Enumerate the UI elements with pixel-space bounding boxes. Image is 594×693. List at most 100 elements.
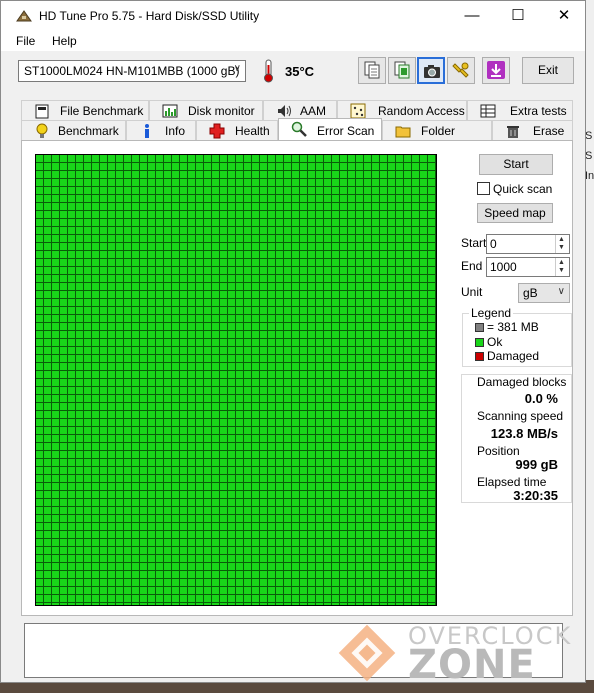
save-download-icon — [487, 61, 505, 79]
error-scan-panel: Start Quick scan Speed map Start 0 ▲ ▼ E… — [21, 140, 573, 616]
tab-label: Error Scan — [317, 124, 375, 138]
chevron-down-icon: ∨ — [557, 286, 565, 297]
tab-error-scan[interactable]: Error Scan — [278, 118, 382, 140]
elapsed-time-label: Elapsed time — [477, 475, 547, 489]
app-icon — [16, 10, 32, 22]
menu-file[interactable]: File — [16, 34, 35, 48]
spin-down-icon[interactable]: ▼ — [558, 267, 565, 275]
overclock-zone-logo-icon — [338, 624, 396, 682]
chevron-down-icon: ∨ — [233, 63, 241, 74]
tab-extra-tests[interactable]: Extra tests — [467, 100, 573, 120]
screenshot-button[interactable] — [417, 57, 445, 84]
tab-file-benchmark[interactable]: File Benchmark — [21, 100, 149, 120]
overclock-zone-watermark: OVERCLOCK ZONE — [330, 612, 590, 688]
unit-label: Unit — [461, 285, 483, 299]
close-button[interactable]: ✕ — [541, 1, 587, 31]
options-icon — [452, 62, 469, 78]
tab-label: Extra tests — [510, 104, 567, 118]
tab-row-bottom: Benchmark Info Health Error Scan Folder … — [21, 118, 573, 152]
legend-swatch-red — [475, 352, 484, 361]
position-label: Position — [477, 444, 520, 458]
legend-block-text: = 381 MB — [487, 320, 539, 334]
options-button[interactable] — [447, 57, 475, 84]
temperature-value: 35°C — [285, 64, 315, 79]
tab-label: File Benchmark — [60, 104, 144, 118]
title-bar[interactable]: HD Tune Pro 5.75 - Hard Disk/SSD Utility… — [1, 1, 585, 31]
tab-aam[interactable]: AAM — [263, 100, 337, 120]
spin-buttons[interactable]: ▲ ▼ — [555, 258, 569, 276]
drive-select[interactable]: ST1000LM024 HN-M101MBB (1000 gB) ∨ — [18, 60, 246, 82]
tab-health[interactable]: Health — [196, 120, 278, 140]
legend-damaged-text: Damaged — [487, 349, 540, 363]
start-button[interactable]: Start — [479, 154, 553, 175]
info-icon — [145, 124, 149, 138]
damaged-blocks-value: 0.0 % — [524, 391, 558, 406]
random-access-icon — [350, 103, 366, 119]
tab-erase[interactable]: Erase — [492, 120, 573, 140]
lightbulb-icon — [36, 123, 48, 138]
legend-title: Legend — [469, 306, 514, 320]
bg-fragment: S — [585, 150, 593, 162]
speed-map-button[interactable]: Speed map — [477, 203, 553, 223]
spin-up-icon[interactable]: ▲ — [558, 236, 565, 244]
tab-label: AAM — [300, 104, 327, 118]
scanning-speed-value: 123.8 MB/s — [490, 426, 558, 441]
start-spinbox[interactable]: 0 ▲ ▼ — [486, 234, 570, 254]
tab-folder-usage[interactable]: Folder Usage — [382, 120, 492, 152]
tab-random-access[interactable]: Random Access — [337, 100, 467, 120]
folder-icon — [395, 126, 411, 138]
tab-label: Info — [165, 124, 186, 138]
spin-down-icon[interactable]: ▼ — [558, 244, 565, 252]
file-benchmark-icon — [35, 104, 49, 119]
damaged-blocks-label: Damaged blocks — [477, 375, 567, 389]
spin-buttons[interactable]: ▲ ▼ — [555, 235, 569, 253]
end-spinbox[interactable]: 1000 ▲ ▼ — [486, 257, 570, 277]
unit-select[interactable]: gB ∨ — [518, 283, 570, 303]
menu-bar: File Help — [1, 31, 585, 51]
tab-disk-monitor[interactable]: Disk monitor — [149, 100, 263, 120]
speaker-icon — [278, 105, 291, 117]
quick-scan-checkbox[interactable] — [477, 182, 490, 195]
save-button[interactable] — [482, 57, 510, 84]
spin-up-icon[interactable]: ▲ — [558, 259, 565, 267]
block-map-grid — [35, 154, 437, 606]
tab-label: Random Access — [378, 104, 465, 118]
end-value: 1000 — [490, 260, 517, 274]
maximize-button[interactable]: ☐ — [495, 1, 541, 31]
extra-tests-icon — [480, 104, 496, 118]
tab-info[interactable]: Info — [126, 120, 196, 140]
tab-benchmark[interactable]: Benchmark — [21, 120, 126, 140]
magnifier-icon — [291, 121, 307, 137]
watermark-line2: ZONE — [408, 642, 536, 688]
minimize-button[interactable]: — — [449, 1, 495, 31]
scanning-speed-label: Scanning speed — [477, 409, 564, 423]
tab-label: Disk monitor — [188, 104, 255, 118]
end-label: End — [461, 259, 483, 273]
health-cross-icon — [209, 123, 225, 139]
exit-button[interactable]: Exit — [522, 57, 574, 84]
legend-swatch-green — [475, 338, 484, 347]
window-title: HD Tune Pro 5.75 - Hard Disk/SSD Utility — [39, 9, 260, 23]
hdtune-window: HD Tune Pro 5.75 - Hard Disk/SSD Utility… — [0, 0, 586, 683]
copy-text-button[interactable] — [358, 57, 386, 84]
copy-text-icon — [364, 61, 380, 79]
tab-row-top: File Benchmark Disk monitor AAM Random A… — [21, 100, 573, 120]
trash-icon — [507, 126, 519, 138]
disk-monitor-icon — [162, 104, 178, 118]
screenshot-camera-icon — [424, 65, 440, 78]
legend-swatch-gray — [475, 323, 484, 332]
elapsed-time-value: 3:20:35 — [513, 488, 558, 503]
thermometer-icon — [264, 59, 273, 83]
copy-info-icon — [394, 61, 410, 79]
bg-fragment: In — [585, 170, 594, 182]
copy-info-button[interactable] — [388, 57, 416, 84]
unit-select-value: gB — [523, 286, 538, 300]
menu-help[interactable]: Help — [52, 34, 77, 48]
tab-label: Health — [235, 124, 270, 138]
drive-select-value: ST1000LM024 HN-M101MBB (1000 gB) — [24, 64, 240, 78]
tab-label: Benchmark — [58, 124, 119, 138]
quick-scan-label: Quick scan — [493, 182, 553, 196]
start-label: Start — [461, 236, 487, 250]
position-value: 999 gB — [515, 457, 558, 472]
start-value: 0 — [490, 237, 497, 251]
